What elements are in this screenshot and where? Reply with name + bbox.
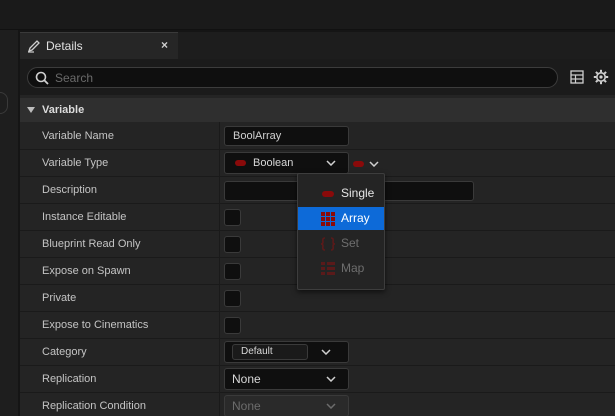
window-top-bar: [0, 0, 615, 30]
variable-type-value: Boolean: [253, 157, 294, 169]
chevron-down-icon: [326, 160, 336, 166]
row-label: Expose to Cinematics: [42, 319, 149, 331]
menu-item-single[interactable]: Single: [298, 182, 384, 205]
row-label: Variable Type: [42, 157, 109, 169]
section-title: Variable: [42, 104, 85, 116]
replication-dropdown[interactable]: None: [224, 368, 349, 390]
expose-on-spawn-checkbox[interactable]: [224, 263, 241, 280]
table-view-icon[interactable]: [570, 70, 584, 84]
row-variable-name: Variable Name BoolArray: [20, 123, 615, 150]
tab-details[interactable]: Details ×: [20, 32, 178, 59]
single-pin-icon: [322, 191, 334, 197]
boolean-pin-icon: [235, 160, 246, 166]
row-label: Category: [42, 346, 87, 358]
instance-editable-checkbox[interactable]: [224, 209, 241, 226]
container-type-dropdown[interactable]: [353, 158, 383, 170]
map-list-icon: [321, 262, 335, 275]
row-label: Variable Name: [42, 130, 114, 142]
tab-title: Details: [46, 39, 83, 53]
row-label: Instance Editable: [42, 211, 127, 223]
replication-condition-value: None: [232, 399, 261, 413]
menu-item-map: Map: [298, 257, 384, 280]
variable-type-dropdown[interactable]: Boolean: [224, 152, 349, 174]
replication-value: None: [232, 372, 261, 386]
category-value[interactable]: Default: [232, 344, 308, 360]
row-replication: Replication None: [20, 366, 615, 393]
search-icon: [35, 71, 49, 85]
menu-item-label: Set: [341, 236, 360, 250]
menu-item-array[interactable]: Array: [298, 207, 384, 230]
search-input[interactable]: [55, 70, 535, 85]
menu-item-set: Set: [298, 232, 384, 255]
blueprint-read-only-checkbox[interactable]: [224, 236, 241, 253]
replication-condition-dropdown: None: [224, 395, 349, 416]
pencil-icon: [27, 40, 40, 53]
row-expose-to-cinematics: Expose to Cinematics: [20, 312, 615, 339]
close-icon[interactable]: ×: [161, 38, 168, 52]
tab-bar: Details ×: [20, 32, 615, 59]
category-dropdown[interactable]: Default: [224, 341, 349, 363]
set-braces-icon: [320, 237, 336, 251]
row-label: Private: [42, 292, 77, 304]
row-label: Description: [42, 184, 98, 196]
row-replication-condition: Replication Condition None: [20, 393, 615, 416]
gear-icon[interactable]: [593, 69, 609, 85]
row-label: Replication: [42, 373, 97, 385]
private-checkbox[interactable]: [224, 290, 241, 307]
expand-arrow-icon: [27, 107, 35, 113]
collapse-handle[interactable]: [0, 92, 8, 114]
chevron-down-icon: [321, 349, 331, 355]
menu-item-label: Map: [341, 261, 365, 275]
section-header-variable[interactable]: Variable: [20, 98, 615, 122]
chevron-down-icon: [326, 376, 336, 382]
container-type-menu: Single Array Set Map: [297, 173, 385, 290]
row-label: Blueprint Read Only: [42, 238, 141, 250]
row-category: Category Default: [20, 339, 615, 366]
row-label: Expose on Spawn: [42, 265, 131, 277]
search-bar: [20, 59, 615, 95]
chevron-down-icon: [326, 403, 336, 409]
array-grid-icon: [321, 212, 335, 226]
container-type-icon: [353, 161, 364, 167]
menu-item-label: Single: [341, 186, 375, 200]
expose-to-cinematics-checkbox[interactable]: [224, 317, 241, 334]
menu-item-label: Array: [341, 211, 370, 225]
chevron-down-icon: [369, 161, 379, 167]
left-panel-edge: [0, 30, 18, 416]
search-box[interactable]: [27, 67, 558, 88]
variable-name-field[interactable]: BoolArray: [224, 126, 349, 146]
row-label: Replication Condition: [42, 400, 146, 412]
